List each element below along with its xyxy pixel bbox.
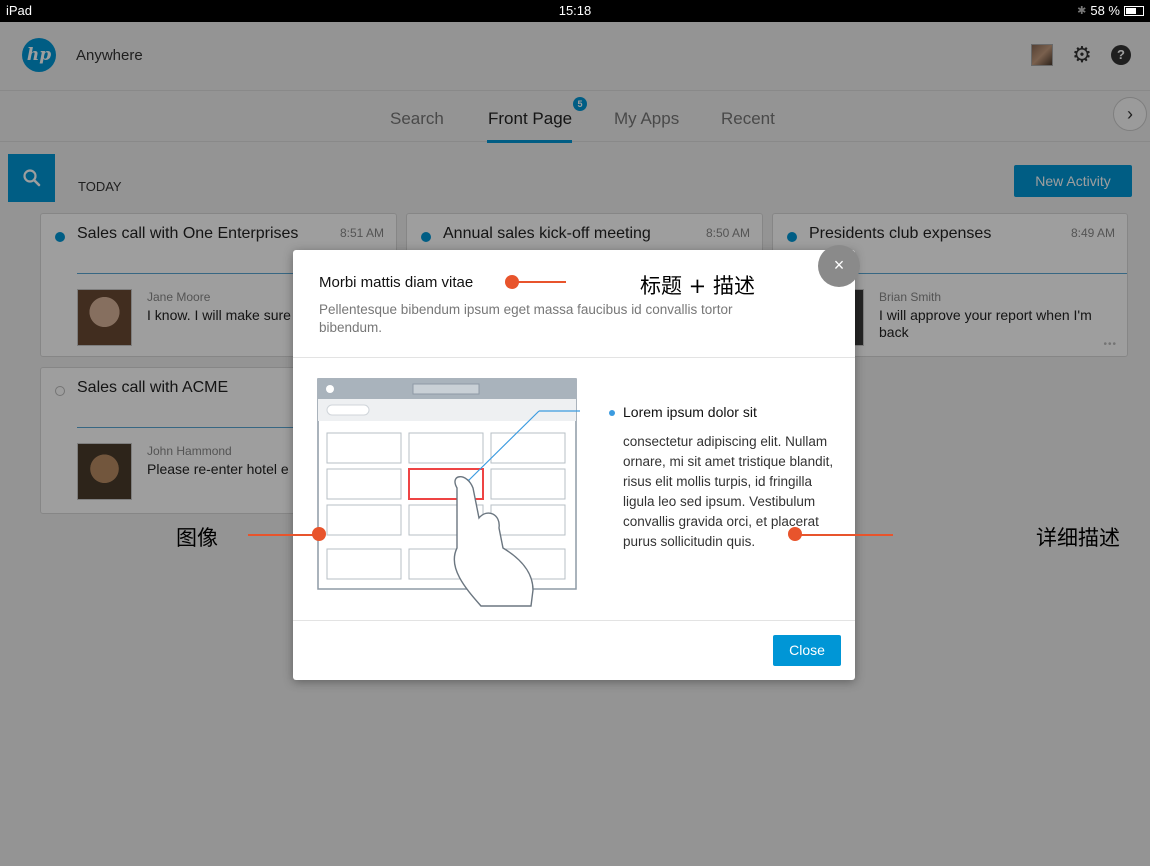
annotation-detail: 详细描述 (1036, 526, 1120, 550)
annotation-line (512, 281, 566, 283)
dialog-title: Morbi mattis diam vitae (319, 274, 474, 291)
annotation-image: 图像 (176, 526, 218, 550)
tutorial-illustration (317, 378, 605, 608)
dialog-divider (293, 357, 855, 358)
dialog-footer-divider (293, 620, 855, 621)
battery-indicator: ✱ 58 % (1077, 3, 1144, 18)
annotation-marker (312, 527, 326, 541)
annotation-line (795, 534, 893, 536)
status-bar: iPad 15:18 ✱ 58 % (0, 0, 1150, 22)
annotation-line (248, 534, 318, 536)
detail-heading: Lorem ipsum dolor sit (623, 404, 757, 420)
battery-icon (1124, 5, 1144, 16)
callout-dot (609, 410, 615, 416)
dialog-description: Pellentesque bibendum ipsum eget massa f… (319, 302, 733, 335)
close-button[interactable]: Close (773, 635, 841, 666)
battery-percent: 58 % (1090, 3, 1120, 18)
status-time: 15:18 (558, 3, 592, 18)
bluetooth-icon: ✱ (1077, 5, 1087, 17)
annotation-title-desc: 标题 + 描述 (640, 274, 755, 298)
help-dialog: Morbi mattis diam vitae Pellentesque bib… (293, 250, 855, 680)
close-icon[interactable]: × (818, 245, 860, 287)
